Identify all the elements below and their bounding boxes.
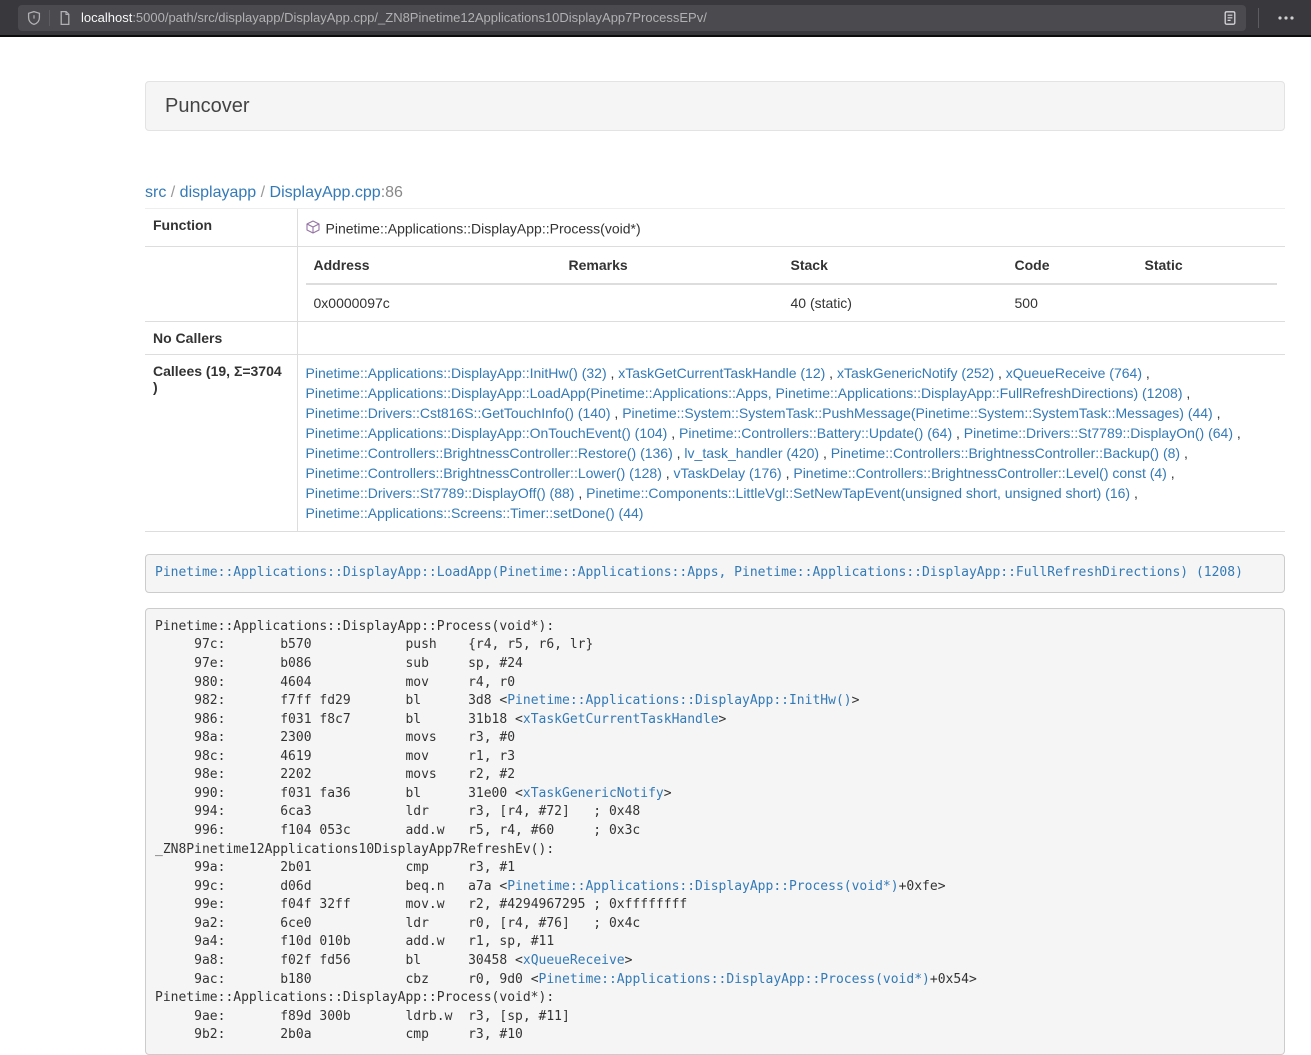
column-header-code: Code xyxy=(1007,247,1137,284)
callee-link[interactable]: vTaskDelay (176) xyxy=(674,465,782,481)
asm-line: Pinetime::Applications::DisplayApp::Proc… xyxy=(155,989,1275,1008)
asm-line: 9a2: 6ce0 ldr r0, [r4, #76] ; 0x4c xyxy=(155,915,1275,934)
toolbar-divider xyxy=(1258,8,1259,28)
callees-list: Pinetime::Applications::DisplayApp::Init… xyxy=(297,355,1285,532)
stack-value: 40 (static) xyxy=(783,284,1007,321)
asm-line: 99a: 2b01 cmp r3, #1 xyxy=(155,859,1275,878)
asm-line: 980: 4604 mov r4, r0 xyxy=(155,674,1275,693)
static-value xyxy=(1137,284,1278,321)
asm-line: 98c: 4619 mov r1, r3 xyxy=(155,748,1275,767)
function-info-table: Function Pinetime::Applications::Display… xyxy=(145,209,1285,532)
callee-link[interactable]: Pinetime::Drivers::Cst816S::GetTouchInfo… xyxy=(306,405,611,421)
cube-icon xyxy=(306,220,320,234)
callee-link[interactable]: xQueueReceive (764) xyxy=(1006,365,1142,381)
column-header-static: Static xyxy=(1137,247,1278,284)
url-path: :5000/path/src/displayapp/DisplayApp.cpp… xyxy=(132,10,707,25)
asm-line: 994: 6ca3 ldr r3, [r4, #72] ; 0x48 xyxy=(155,803,1275,822)
menu-dots-button[interactable] xyxy=(1271,8,1301,28)
url-text[interactable]: localhost:5000/path/src/displayapp/Displ… xyxy=(81,10,1222,25)
asm-line: 9a4: f10d 010b add.w r1, sp, #11 xyxy=(155,933,1275,952)
asm-line: 9ae: f89d 300b ldrb.w r3, [sp, #11] xyxy=(155,1008,1275,1027)
shield-icon[interactable] xyxy=(26,10,42,26)
asm-line: 99e: f04f 32ff mov.w r2, #4294967295 ; 0… xyxy=(155,896,1275,915)
page-title: Puncover xyxy=(165,95,250,118)
callee-link[interactable]: Pinetime::Controllers::BrightnessControl… xyxy=(306,465,662,481)
asm-line: 990: f031 fa36 bl 31e00 <xTaskGenericNot… xyxy=(155,785,1275,804)
callee-link[interactable]: Pinetime::Controllers::BrightnessControl… xyxy=(793,465,1166,481)
callee-link[interactable]: Pinetime::Controllers::BrightnessControl… xyxy=(306,445,673,461)
address-value: 0x0000097c xyxy=(306,284,561,321)
callee-link[interactable]: xTaskGetCurrentTaskHandle (12) xyxy=(618,365,825,381)
function-row-label: Function xyxy=(145,209,297,247)
urlbar-divider xyxy=(49,10,50,26)
breadcrumb-link-file[interactable]: DisplayApp.cpp xyxy=(270,184,381,201)
asm-symbol-link[interactable]: xTaskGenericNotify xyxy=(523,786,664,801)
breadcrumb-separator: / xyxy=(166,184,179,201)
no-callers-label: No Callers xyxy=(145,322,297,355)
column-header-remarks: Remarks xyxy=(561,247,783,284)
code-value: 500 xyxy=(1007,284,1137,321)
asm-line: Pinetime::Applications::DisplayApp::Proc… xyxy=(155,618,1275,637)
callee-link[interactable]: xTaskGenericNotify (252) xyxy=(837,365,994,381)
asm-symbol-link[interactable]: xQueueReceive xyxy=(523,953,625,968)
app-header-panel: Puncover xyxy=(145,81,1285,131)
asm-line: 97c: b570 push {r4, r5, r6, lr} xyxy=(155,636,1275,655)
breadcrumb-link-src[interactable]: src xyxy=(145,184,166,201)
empty-row-label xyxy=(145,247,297,322)
caller-highlight-box: Pinetime::Applications::DisplayApp::Load… xyxy=(145,554,1285,593)
asm-line: 982: f7ff fd29 bl 3d8 <Pinetime::Applica… xyxy=(155,692,1275,711)
callee-link[interactable]: Pinetime::Drivers::St7789::DisplayOn() (… xyxy=(964,425,1233,441)
callees-label: Callees (19, Σ=3704 ) xyxy=(145,355,297,532)
breadcrumb: src / displayapp / DisplayApp.cpp:86 xyxy=(145,184,1285,202)
asm-symbol-link[interactable]: Pinetime::Applications::DisplayApp::Proc… xyxy=(539,972,930,987)
asm-line: _ZN8Pinetime12Applications10DisplayApp7R… xyxy=(155,841,1275,860)
breadcrumb-separator: / xyxy=(256,184,269,201)
callee-link[interactable]: Pinetime::Drivers::St7789::DisplayOff() … xyxy=(306,485,575,501)
callee-link[interactable]: lv_task_handler (420) xyxy=(684,445,819,461)
page-body: Puncover src / displayapp / DisplayApp.c… xyxy=(0,37,1311,1055)
callee-link[interactable]: Pinetime::Applications::DisplayApp::Load… xyxy=(306,385,1183,401)
page-icon[interactable] xyxy=(57,10,73,26)
asm-symbol-link[interactable]: Pinetime::Applications::DisplayApp::Init… xyxy=(507,693,851,708)
breadcrumb-line-number: :86 xyxy=(381,184,403,201)
function-name: Pinetime::Applications::DisplayApp::Proc… xyxy=(326,220,641,236)
asm-line: 98e: 2202 movs r2, #2 xyxy=(155,766,1275,785)
callee-link[interactable]: Pinetime::Controllers::Battery::Update()… xyxy=(679,425,952,441)
callee-link[interactable]: Pinetime::Controllers::BrightnessControl… xyxy=(831,445,1180,461)
loadapp-symbol-link[interactable]: Pinetime::Applications::DisplayApp::Load… xyxy=(155,565,1243,580)
callee-link[interactable]: Pinetime::Applications::DisplayApp::OnTo… xyxy=(306,425,668,441)
asm-line: 9a8: f02f fd56 bl 30458 <xQueueReceive> xyxy=(155,952,1275,971)
reader-mode-icon[interactable] xyxy=(1222,10,1238,26)
asm-line: 9b2: 2b0a cmp r3, #10 xyxy=(155,1026,1275,1045)
breadcrumb-link-displayapp[interactable]: displayapp xyxy=(180,184,257,201)
remarks-value xyxy=(561,284,783,321)
asm-symbol-link[interactable]: Pinetime::Applications::DisplayApp::Proc… xyxy=(507,879,898,894)
function-stats-table: Address Remarks Stack Code Static 0x0000… xyxy=(306,247,1278,321)
url-bar[interactable]: localhost:5000/path/src/displayapp/Displ… xyxy=(18,5,1246,31)
table-row: Function Pinetime::Applications::Display… xyxy=(145,209,1285,247)
callee-link[interactable]: Pinetime::Components::LittleVgl::SetNewT… xyxy=(586,485,1130,501)
asm-line: 98a: 2300 movs r3, #0 xyxy=(155,729,1275,748)
asm-symbol-link[interactable]: xTaskGetCurrentTaskHandle xyxy=(523,712,719,727)
table-row: No Callers xyxy=(145,322,1285,355)
asm-line: 986: f031 f8c7 bl 31b18 <xTaskGetCurrent… xyxy=(155,711,1275,730)
disassembly-block: Pinetime::Applications::DisplayApp::Proc… xyxy=(145,608,1285,1055)
ellipsis-icon xyxy=(1277,10,1295,26)
table-row: 0x0000097c 40 (static) 500 xyxy=(306,284,1278,321)
callee-link[interactable]: Pinetime::System::SystemTask::PushMessag… xyxy=(622,405,1213,421)
asm-line: 9ac: b180 cbz r0, 9d0 <Pinetime::Applica… xyxy=(155,971,1275,990)
table-row: Address Remarks Stack Code Static 0x0000… xyxy=(145,247,1285,322)
column-header-address: Address xyxy=(306,247,561,284)
asm-line: 996: f104 053c add.w r5, r4, #60 ; 0x3c xyxy=(155,822,1275,841)
table-row: Callees (19, Σ=3704 ) Pinetime::Applicat… xyxy=(145,355,1285,532)
asm-line: 99c: d06d beq.n a7a <Pinetime::Applicati… xyxy=(155,878,1275,897)
callee-link[interactable]: Pinetime::Applications::Screens::Timer::… xyxy=(306,505,644,521)
column-header-stack: Stack xyxy=(783,247,1007,284)
url-host: localhost xyxy=(81,10,132,25)
callee-link[interactable]: Pinetime::Applications::DisplayApp::Init… xyxy=(306,365,607,381)
asm-line: 97e: b086 sub sp, #24 xyxy=(155,655,1275,674)
browser-toolbar: localhost:5000/path/src/displayapp/Displ… xyxy=(0,0,1311,37)
